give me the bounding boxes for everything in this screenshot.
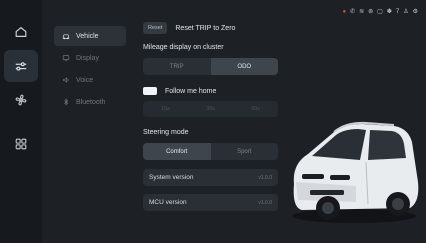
steering-label: Steering mode [143, 129, 189, 136]
temperature-icon: ✽ [386, 9, 392, 15]
mcu-version-value: v1.0.0 [258, 199, 272, 206]
fan-icon [15, 94, 27, 106]
submenu-item-bluetooth[interactable]: Bluetooth [54, 92, 126, 112]
mcu-version-row: MCU version v1.0.0 [143, 194, 278, 211]
signal-icon: ⊚ [368, 9, 374, 15]
reset-trip-title: Reset TRIP to Zero [175, 24, 236, 32]
status-bar: ● ✆ ≋ ⊚ ▢ ✽ 7 ♙ ⚙ [342, 8, 418, 16]
vehicle-image [292, 121, 419, 223]
settings-screen: Vehicle Display Voice Bluetooth ● ✆ ≋ ⊚ … [0, 0, 426, 243]
reset-trip-row: Reset Reset TRIP to Zero [143, 20, 278, 36]
home-icon [15, 26, 27, 37]
mcu-version-label: MCU version [149, 199, 187, 206]
submenu-item-voice[interactable]: Voice [54, 70, 126, 90]
vehicle-settings-panel: Reset Reset TRIP to Zero Mileage display… [143, 20, 278, 211]
lock-icon: ▢ [377, 9, 383, 15]
follow-me-home-row: Follow me home [143, 85, 278, 97]
reset-button[interactable]: Reset [143, 22, 168, 34]
fan-button[interactable] [4, 84, 38, 116]
display-icon [62, 54, 70, 62]
voice-icon [62, 76, 70, 84]
submenu-item-display[interactable]: Display [54, 48, 126, 68]
follow-option-15s[interactable]: 15s [143, 101, 188, 117]
steering-segmented-control: Comfort Sport [143, 143, 278, 160]
system-version-row: System version v1.0.0 [143, 169, 278, 186]
steering-option-comfort[interactable]: Comfort [143, 143, 211, 160]
wifi-icon: ≋ [359, 9, 365, 15]
follow-option-30s[interactable]: 30s [188, 101, 233, 117]
apps-button[interactable] [4, 128, 38, 160]
follow-duration-control: 15s 30s 60s [143, 101, 278, 117]
system-version-label: System version [149, 174, 194, 181]
left-rail [0, 0, 42, 243]
temperature-value: 7 [395, 8, 400, 15]
apps-icon [15, 138, 27, 150]
follow-me-home-label: Follow me home [165, 87, 217, 95]
submenu-label: Bluetooth [76, 98, 106, 106]
phone-icon: ✆ [350, 9, 356, 15]
home-button[interactable] [4, 16, 38, 48]
settings-submenu: Vehicle Display Voice Bluetooth [54, 26, 126, 114]
steering-option-sport[interactable]: Sport [211, 143, 279, 160]
profile-icon: ♙ [403, 9, 409, 15]
mileage-option-trip[interactable]: TRIP [143, 58, 211, 75]
car-icon [62, 32, 70, 40]
submenu-item-vehicle[interactable]: Vehicle [54, 26, 126, 46]
follow-me-home-toggle[interactable] [143, 87, 157, 95]
mileage-option-odo[interactable]: ODO [210, 58, 278, 75]
mileage-segmented-control: TRIP ODO [143, 58, 278, 75]
vehicle-settings-icon [15, 62, 27, 71]
settings-icon: ⚙ [412, 9, 418, 15]
submenu-label: Display [76, 54, 99, 62]
mileage-label: Mileage display on cluster [143, 44, 224, 51]
submenu-label: Voice [76, 76, 94, 84]
alert-icon: ● [342, 8, 347, 15]
bluetooth-icon [62, 98, 70, 106]
submenu-label: Vehicle [76, 32, 99, 40]
vehicle-settings-button[interactable] [4, 50, 38, 82]
follow-option-60s[interactable]: 60s [233, 101, 278, 117]
system-version-value: v1.0.0 [258, 174, 272, 181]
